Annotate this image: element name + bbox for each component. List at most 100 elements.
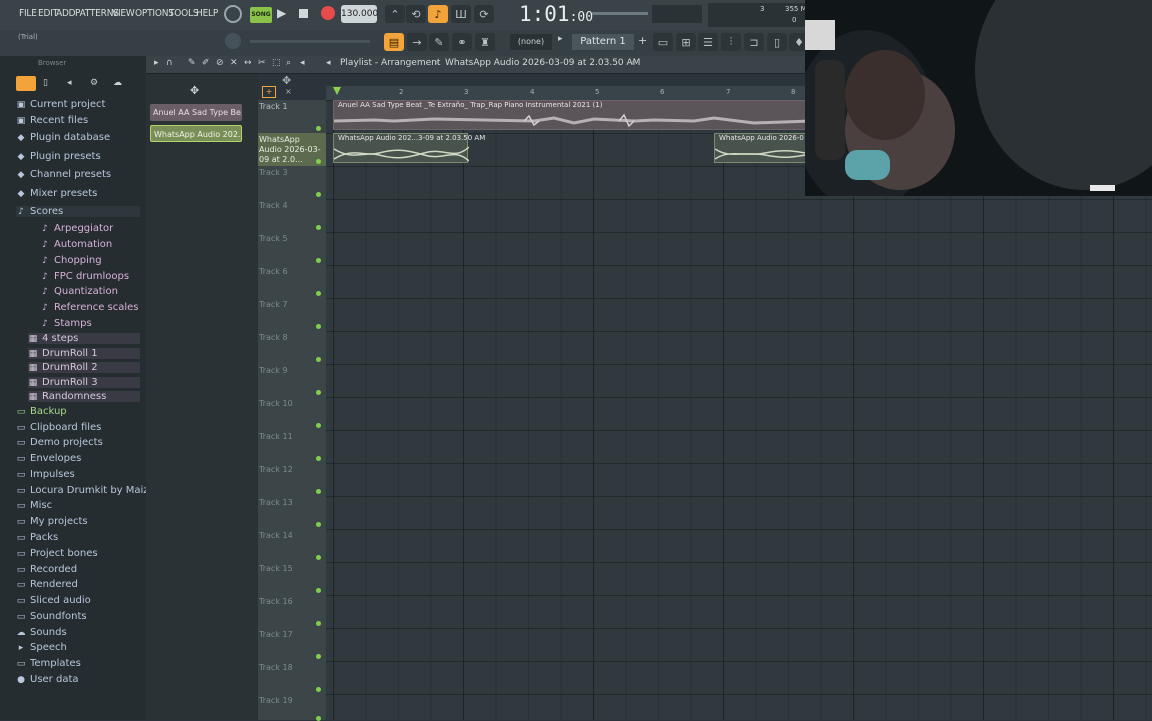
file-drumroll-2[interactable]: ▦ DrumRoll 2	[28, 362, 140, 373]
menu-add[interactable]: ADD	[56, 8, 76, 19]
track-label[interactable]: Track 17	[259, 630, 293, 639]
folder-my-projects[interactable]: ▭ My projects	[16, 516, 88, 527]
browser-item-mixer-presets[interactable]: ◆ Mixer presets	[16, 188, 98, 199]
folder-soundfonts[interactable]: ▭ Soundfonts	[16, 611, 87, 622]
track-label[interactable]: Track 9	[259, 366, 288, 375]
file-drumroll-1[interactable]: ▦ DrumRoll 1	[28, 348, 140, 359]
score-quantization[interactable]: ♪ Quantization	[40, 286, 118, 297]
track-mute-toggle[interactable]	[316, 291, 321, 296]
track-label[interactable]: Track 3	[259, 168, 288, 177]
track-mute-toggle[interactable]	[316, 357, 321, 362]
browser-plugin-icon[interactable]: ⚙	[90, 78, 98, 88]
audio-clip-voice-2[interactable]: WhatsApp Audio 2026-0	[714, 133, 811, 163]
menu-options[interactable]: OPTIONS	[135, 8, 174, 19]
track-mute-toggle[interactable]	[316, 423, 321, 428]
add-clip-icon[interactable]: ✥	[190, 84, 199, 97]
browser-item-recent-files[interactable]: ▣ Recent files	[16, 115, 88, 126]
browser-all-tab-icon[interactable]	[16, 76, 36, 91]
clip-source-beat[interactable]: Anuel AA Sad Type Be...	[150, 104, 242, 121]
track-label[interactable]: Track 14	[259, 531, 293, 540]
pattern-prev-icon[interactable]: ▸	[558, 34, 568, 50]
metronome-knob-icon[interactable]	[224, 5, 242, 23]
track-label[interactable]: Track 18	[259, 663, 293, 672]
playlist-options-icon[interactable]: ▸	[154, 58, 159, 68]
file-drumroll-3[interactable]: ▦ DrumRoll 3	[28, 377, 140, 388]
playback-tool-icon[interactable]: ◂	[300, 58, 305, 68]
folder-rendered[interactable]: ▭ Rendered	[16, 579, 78, 590]
menu-edit[interactable]: EDIT	[38, 8, 58, 19]
playlist-close-icon[interactable]: ×	[285, 87, 292, 96]
folder-misc[interactable]: ▭ Misc	[16, 500, 52, 511]
channel-select-dropdown[interactable]: (none)	[510, 34, 552, 50]
song-mode-button[interactable]: SONG	[250, 7, 272, 23]
stop-icon[interactable]	[299, 9, 308, 18]
select-tool-icon[interactable]: ⬚	[272, 58, 281, 68]
folder-envelopes[interactable]: ▭ Envelopes	[16, 453, 82, 464]
draw-tool-icon[interactable]: ✎	[188, 58, 196, 68]
score-chopping[interactable]: ♪ Chopping	[40, 255, 101, 266]
browser-back-icon[interactable]: ◂	[67, 78, 72, 88]
channel-rack-icon[interactable]: ☰	[698, 33, 718, 51]
track-label[interactable]: Track 11	[259, 432, 293, 441]
plugin-picker-icon[interactable]: ⊐	[744, 33, 764, 51]
menu-file[interactable]: FILE	[19, 8, 37, 19]
master-volume-slider[interactable]	[592, 12, 648, 15]
folder-packs[interactable]: ▭ Packs	[16, 532, 58, 543]
slip-tool-icon[interactable]: ↔	[244, 58, 252, 68]
typing-keyboard-icon[interactable]: ⌃	[385, 5, 405, 23]
step-edit-icon[interactable]: ♪	[428, 5, 448, 23]
track-label[interactable]: Track 6	[259, 267, 288, 276]
clip-source-audio[interactable]: WhatsApp Audio 202...	[150, 125, 242, 142]
menu-help[interactable]: HELP	[196, 8, 218, 19]
track-label[interactable]: Track 7	[259, 300, 288, 309]
track-mute-toggle[interactable]	[316, 654, 321, 659]
track-label[interactable]: Track 16	[259, 597, 293, 606]
track-label[interactable]: Track 10	[259, 399, 293, 408]
score-stamps[interactable]: ♪ Stamps	[40, 318, 92, 329]
track-label[interactable]: Track 1	[259, 102, 288, 111]
folder-impulses[interactable]: ▭ Impulses	[16, 469, 75, 480]
folder-demo-projects[interactable]: ▭ Demo projects	[16, 437, 103, 448]
paint-tool-icon[interactable]: ✐	[202, 58, 210, 68]
folder-clipboard-files[interactable]: ▭ Clipboard files	[16, 422, 102, 433]
stamp-icon[interactable]: ♜	[475, 33, 495, 51]
folder-project-bones[interactable]: ▭ Project bones	[16, 548, 98, 559]
browser-item-scores[interactable]: ♪ Scores	[16, 206, 140, 217]
folder-sliced-audio[interactable]: ▭ Sliced audio	[16, 595, 91, 606]
main-volume-knob-icon[interactable]	[225, 33, 241, 49]
play-icon[interactable]: ▶	[277, 6, 286, 20]
track-mute-toggle[interactable]	[316, 192, 321, 197]
loop-record-icon[interactable]: ⟲	[406, 5, 426, 23]
track-label[interactable]: Track 8	[259, 333, 288, 342]
track-label[interactable]: Track 5	[259, 234, 288, 243]
track-label[interactable]: Track 4	[259, 201, 288, 210]
master-pitch-slider[interactable]	[250, 40, 370, 43]
track-label[interactable]: Track 13	[259, 498, 293, 507]
track-label[interactable]: Track 15	[259, 564, 293, 573]
folder-backup[interactable]: ▭ Backup	[16, 406, 67, 417]
folder-templates[interactable]: ▭ Templates	[16, 658, 81, 669]
slice-tool-icon[interactable]: ✂	[258, 58, 266, 68]
piano-roll-icon[interactable]: ⊞	[676, 33, 696, 51]
pencil-icon[interactable]: ✎	[429, 33, 449, 51]
magnet-icon[interactable]: ∩	[166, 58, 173, 68]
track-label[interactable]: Track 19	[259, 696, 293, 705]
score-fpc-drumloops[interactable]: ♪ FPC drumloops	[40, 271, 129, 282]
track-mute-toggle[interactable]	[316, 159, 321, 164]
mixer-icon[interactable]: ⫶	[721, 33, 741, 51]
track-mute-toggle[interactable]	[316, 555, 321, 560]
score-reference-scales[interactable]: ♪ Reference scales	[40, 302, 138, 313]
mute-tool-icon[interactable]: ✕	[230, 58, 238, 68]
folder-recorded[interactable]: ▭ Recorded	[16, 564, 77, 575]
track-label[interactable]: Track 12	[259, 465, 293, 474]
wait-icon[interactable]: ⟳	[474, 5, 494, 23]
playhead-marker-icon[interactable]	[333, 87, 341, 95]
track-mute-toggle[interactable]	[316, 225, 321, 230]
folder-sounds[interactable]: ☁ Sounds	[16, 627, 67, 638]
folder-speech[interactable]: ▸ Speech	[16, 642, 67, 653]
folder-user-data[interactable]: ● User data	[16, 674, 78, 685]
track-mute-toggle[interactable]	[316, 390, 321, 395]
playlist-window-icon[interactable]: ▭	[653, 33, 673, 51]
project-info-icon[interactable]: ▯	[767, 33, 787, 51]
menu-view[interactable]: VIEW	[112, 8, 135, 19]
